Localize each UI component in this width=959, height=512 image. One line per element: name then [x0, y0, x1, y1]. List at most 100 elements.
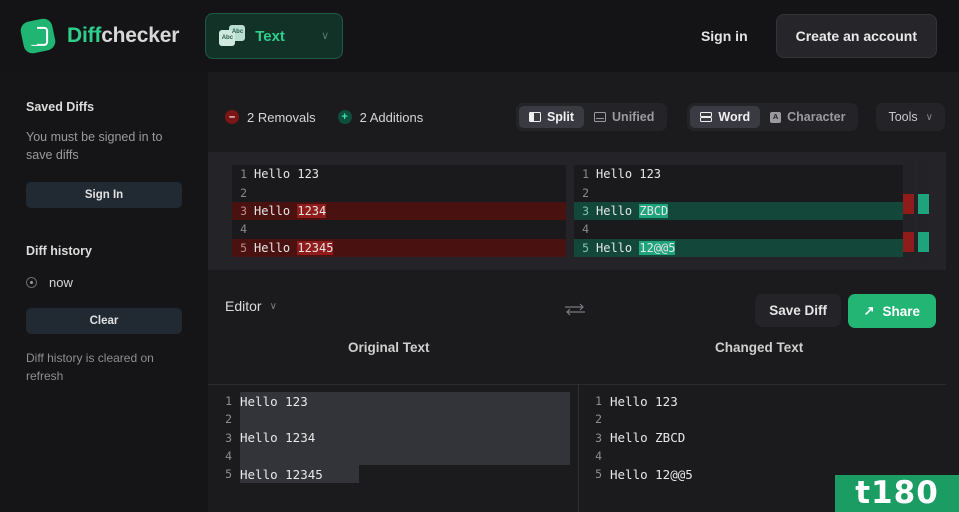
line-content: Hello 123	[254, 167, 566, 181]
chevron-down-icon: ∨	[321, 29, 330, 42]
diff-highlight: ZBCD	[639, 203, 669, 218]
granularity-character-label: Character	[787, 110, 846, 124]
brand-name-rest: checker	[101, 24, 180, 47]
diff-text: Hello 123	[596, 167, 662, 182]
line-number: 5	[595, 467, 602, 482]
minimap-marker	[903, 232, 914, 252]
diff-text: Hello	[254, 203, 298, 218]
removals-stat: – 2 Removals	[225, 110, 316, 125]
history-item-now[interactable]: now	[26, 275, 182, 290]
editor-line: 4	[588, 447, 940, 465]
line-content: Hello 1234	[254, 203, 566, 218]
granularity-word-label: Word	[718, 110, 751, 124]
diff-pane-changed[interactable]: 1 Hello 123 2 3 Hello ZBCD 4 5 Hello 12@@5	[574, 165, 908, 257]
sidebar-sign-in-button[interactable]: Sign In	[26, 182, 182, 209]
view-mode-split[interactable]: Split	[518, 106, 585, 128]
line-number: 4	[240, 222, 247, 237]
line-number: 4	[225, 449, 232, 464]
diff-pane-original[interactable]: 1 Hello 123 2 3 Hello 1234 4 5 Hello 12345	[232, 165, 566, 257]
diff-type-selector[interactable]: Abc Abc Text ∨	[205, 13, 344, 59]
saved-diffs-title: Saved Diffs	[26, 100, 95, 114]
original-text-editor[interactable]: 1 Hello 123 2 3 Hello 1234 4 5 Hello 12345	[218, 392, 570, 512]
watermark: t180	[835, 475, 959, 512]
share-arrow-icon: ↗	[863, 303, 875, 318]
chevron-down-icon: ∨	[925, 111, 933, 123]
line-number: 2	[225, 412, 232, 427]
minimap-additions-column[interactable]	[918, 160, 929, 262]
editor-line: 3 Hello 1234	[218, 429, 570, 447]
diff-history-title: Diff history	[26, 244, 92, 259]
line-number: 4	[595, 449, 602, 464]
granularity-character[interactable]: A Character	[760, 106, 855, 128]
removals-count: 2 Removals	[247, 109, 316, 125]
share-button[interactable]: ↗ Share	[847, 294, 936, 328]
editor-line: 2	[218, 410, 570, 428]
line-number: 4	[582, 222, 589, 237]
history-note: Diff history is cleared on refresh	[26, 351, 154, 383]
line-number: 2	[582, 185, 589, 200]
diffchecker-logo-icon	[19, 17, 57, 55]
diff-text: Hello	[596, 203, 640, 218]
line-number: 1	[240, 167, 247, 182]
watermark-text: t180	[855, 475, 939, 511]
diff-highlight: 12@@5	[639, 240, 676, 255]
line-number: 1	[225, 394, 232, 409]
line-content: Hello 12345	[254, 240, 566, 255]
radio-selected-icon[interactable]	[26, 277, 37, 289]
sign-in-link[interactable]: Sign in	[689, 18, 760, 54]
editor-line: 1 Hello 123	[218, 392, 570, 410]
brand-name-accent: Diff	[67, 24, 102, 47]
diff-line: 2	[232, 183, 566, 201]
create-account-button[interactable]: Create an account	[775, 14, 937, 58]
diff-line: 4	[232, 220, 566, 238]
plus-circle-icon: +	[337, 110, 352, 124]
diff-highlight: 12345	[297, 240, 334, 255]
swap-sides-icon[interactable]	[563, 302, 587, 316]
line-content: Hello 12@@5	[610, 466, 693, 482]
line-number: 1	[595, 394, 602, 409]
view-mode-unified[interactable]: Unified	[584, 106, 664, 128]
header-actions: Sign in Create an account	[689, 14, 959, 58]
sidebar: Saved Diffs You must be signed in to sav…	[0, 72, 208, 512]
diff-line: 5 Hello 12@@5	[574, 238, 908, 257]
editor-line: 2	[588, 410, 940, 428]
line-content: Hello 12@@5	[596, 240, 908, 255]
granularity-word[interactable]: Word	[690, 106, 761, 128]
diff-line: 3 Hello 1234	[232, 201, 566, 221]
line-number: 2	[595, 412, 602, 427]
saved-diffs-note: You must be signed in to save diffs	[26, 130, 163, 163]
line-number: 5	[225, 467, 232, 482]
line-number: 3	[240, 203, 247, 218]
diff-minimap[interactable]	[903, 160, 933, 262]
changed-text-heading: Changed Text	[715, 340, 804, 355]
diff-type-label: Text	[255, 27, 285, 45]
diff-toolbar: – 2 Removals + 2 Additions Split Unified	[225, 102, 945, 132]
minimap-removals-column[interactable]	[903, 160, 914, 262]
chevron-down-icon: ∨	[269, 300, 277, 312]
tools-button[interactable]: Tools ∨	[876, 103, 945, 131]
save-diff-button[interactable]: Save Diff	[755, 294, 841, 327]
line-content: Hello ZBCD	[596, 203, 908, 218]
editor-vertical-divider	[578, 384, 579, 512]
line-number: 5	[240, 240, 247, 255]
unified-view-icon	[594, 112, 607, 122]
brand[interactable]: Diffchecker	[19, 17, 180, 55]
editor-dropdown[interactable]: Editor ∨	[225, 298, 277, 314]
line-content: Hello ZBCD	[610, 430, 686, 446]
line-content: Hello 12345	[240, 466, 323, 482]
share-label: Share	[882, 303, 920, 319]
view-mode-group: Split Unified	[515, 103, 668, 131]
word-diff-icon	[700, 112, 713, 122]
line-content: Hello 123	[610, 393, 678, 409]
diff-line: 2	[574, 183, 908, 201]
action-row: Editor ∨ Save Diff ↗ Share	[208, 282, 946, 340]
clear-history-button[interactable]: Clear	[26, 308, 182, 335]
main-content: – 2 Removals + 2 Additions Split Unified	[208, 72, 959, 512]
original-text-heading: Original Text	[348, 340, 430, 355]
diff-line: 4	[574, 220, 908, 238]
additions-stat: + 2 Additions	[337, 109, 424, 125]
additions-count: 2 Additions	[359, 109, 424, 125]
line-content: Hello 1234	[240, 430, 316, 446]
minimap-marker	[918, 232, 929, 252]
minimap-marker	[903, 194, 914, 214]
